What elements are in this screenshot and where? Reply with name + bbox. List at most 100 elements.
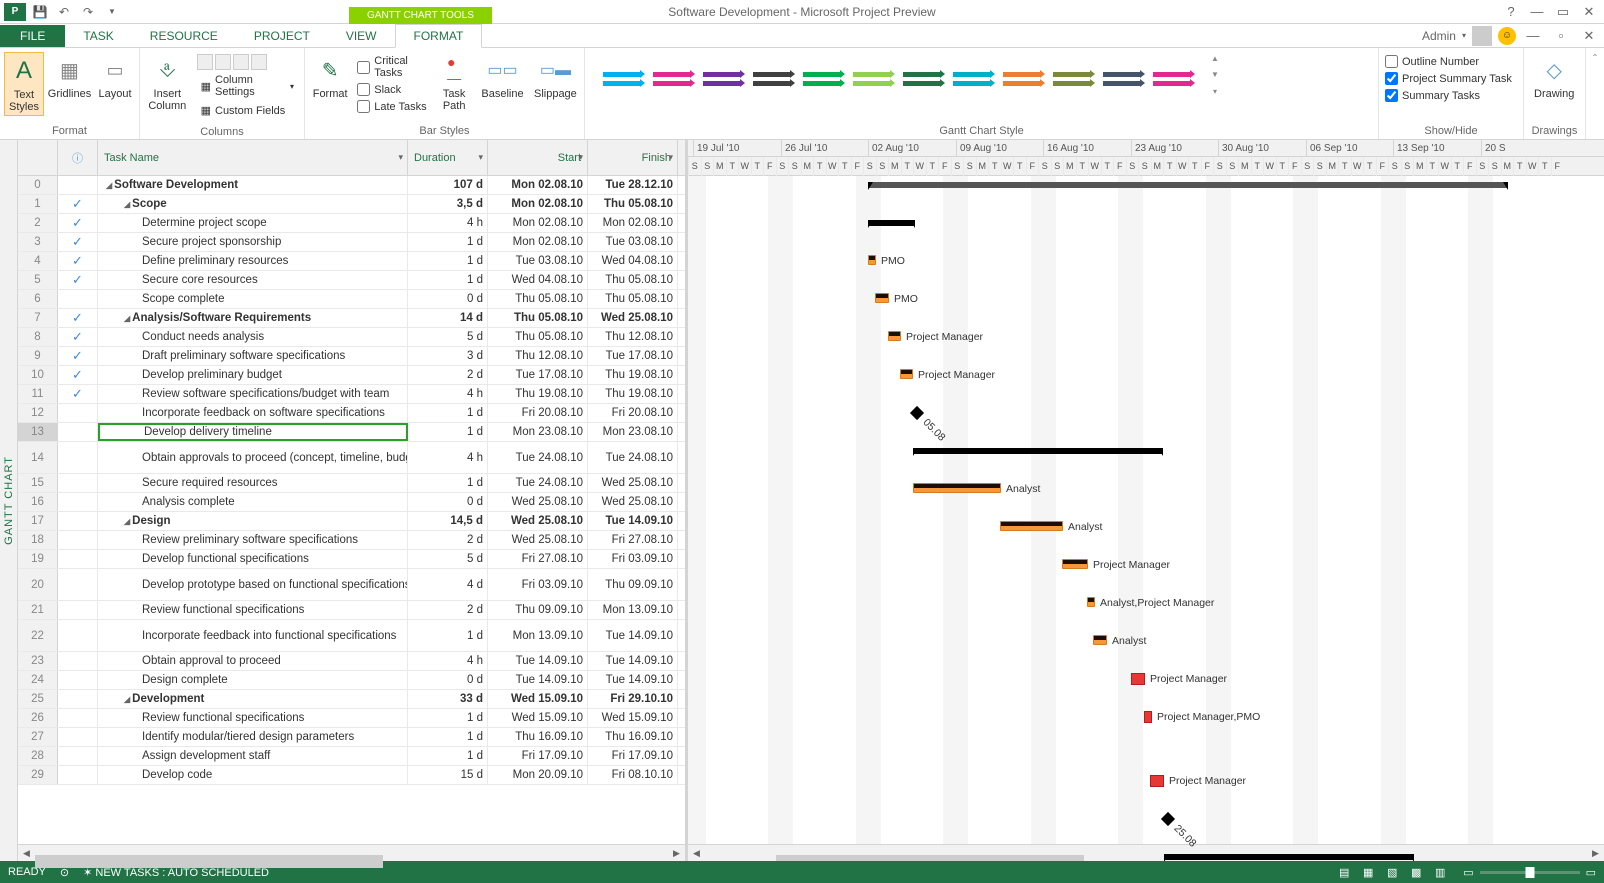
align-left-icon[interactable] (197, 54, 213, 70)
start-cell[interactable]: Fri 03.09.10 (488, 569, 588, 600)
finish-cell[interactable]: Thu 12.08.10 (588, 328, 678, 346)
duration-cell[interactable]: 1 d (408, 271, 488, 289)
text-styles-button[interactable]: A Text Styles (4, 52, 44, 116)
table-row[interactable]: 14 Obtain approvals to proceed (concept,… (18, 442, 685, 474)
finish-cell[interactable]: Wed 25.08.10 (588, 474, 678, 492)
table-row[interactable]: 4 ✓ Define preliminary resources 1 d Tue… (18, 252, 685, 271)
duration-cell[interactable]: 0 d (408, 493, 488, 511)
table-row[interactable]: 25 ◢Development 33 d Wed 15.09.10 Fri 29… (18, 690, 685, 709)
duration-cell[interactable]: 2 d (408, 366, 488, 384)
finish-cell[interactable]: Thu 05.08.10 (588, 195, 678, 213)
task-name-cell[interactable]: Conduct needs analysis (98, 328, 408, 346)
close-icon[interactable]: ✕ (1578, 4, 1600, 20)
gantt-bar[interactable] (868, 220, 915, 226)
table-row[interactable]: 28 Assign development staff 1 d Fri 17.0… (18, 747, 685, 766)
finish-cell[interactable]: Thu 05.08.10 (588, 290, 678, 308)
row-number[interactable]: 4 (18, 252, 58, 270)
table-row[interactable]: 8 ✓ Conduct needs analysis 5 d Thu 05.08… (18, 328, 685, 347)
gantt-bar[interactable] (913, 448, 1163, 454)
row-number[interactable]: 0 (18, 176, 58, 194)
zoom-in-icon[interactable]: ▭ (1586, 866, 1596, 879)
finish-cell[interactable]: Fri 29.10.10 (588, 690, 678, 708)
start-cell[interactable]: Thu 05.08.10 (488, 309, 588, 327)
finish-cell[interactable]: Thu 19.08.10 (588, 366, 678, 384)
row-number[interactable]: 21 (18, 601, 58, 619)
duration-cell[interactable]: 1 d (408, 423, 488, 441)
duration-cell[interactable]: 1 d (408, 747, 488, 765)
duration-cell[interactable]: 1 d (408, 404, 488, 422)
start-cell[interactable]: Tue 24.08.10 (488, 442, 588, 473)
gantt-bar[interactable]: Analyst,Project Manager (1087, 597, 1095, 607)
table-row[interactable]: 6 Scope complete 0 d Thu 05.08.10 Thu 05… (18, 290, 685, 309)
table-row[interactable]: 1 ✓ ◢Scope 3,5 d Mon 02.08.10 Thu 05.08.… (18, 195, 685, 214)
task-name-cell[interactable]: Develop functional specifications (98, 550, 408, 568)
task-name-cell[interactable]: Design complete (98, 671, 408, 689)
gantt-bar[interactable]: Project Manager (888, 331, 901, 341)
row-number[interactable]: 16 (18, 493, 58, 511)
col-header-duration[interactable]: Duration▾ (408, 140, 488, 175)
task-name-cell[interactable]: Draft preliminary software specification… (98, 347, 408, 365)
table-row[interactable]: 18 Review preliminary software specifica… (18, 531, 685, 550)
start-cell[interactable]: Mon 02.08.10 (488, 214, 588, 232)
task-name-cell[interactable]: Review functional specifications (98, 601, 408, 619)
table-row[interactable]: 2 ✓ Determine project scope 4 h Mon 02.0… (18, 214, 685, 233)
task-name-cell[interactable]: ◢Design (98, 512, 408, 530)
task-name-cell[interactable]: Review preliminary software specificatio… (98, 531, 408, 549)
finish-cell[interactable]: Thu 16.09.10 (588, 728, 678, 746)
start-cell[interactable]: Mon 02.08.10 (488, 176, 588, 194)
start-cell[interactable]: Thu 19.08.10 (488, 385, 588, 403)
tab-task[interactable]: TASK (65, 25, 131, 47)
gantt-bar[interactable]: Project Manager (1150, 775, 1164, 787)
row-number[interactable]: 5 (18, 271, 58, 289)
task-name-cell[interactable]: Develop code (98, 766, 408, 784)
start-cell[interactable]: Wed 15.09.10 (488, 690, 588, 708)
zoom-out-icon[interactable]: ▭ (1463, 866, 1473, 879)
gantt-bar[interactable]: Project Manager (1062, 559, 1088, 569)
table-row[interactable]: 3 ✓ Secure project sponsorship 1 d Mon 0… (18, 233, 685, 252)
start-cell[interactable]: Mon 02.08.10 (488, 195, 588, 213)
gantt-bar[interactable] (1164, 854, 1414, 860)
duration-cell[interactable]: 4 h (408, 385, 488, 403)
finish-cell[interactable]: Fri 20.08.10 (588, 404, 678, 422)
insert-column-button[interactable]: ⎀ Insert Column (144, 52, 191, 114)
start-cell[interactable]: Wed 25.08.10 (488, 493, 588, 511)
redo-icon[interactable]: ↷ (78, 2, 98, 22)
col-header-start[interactable]: Start▾ (488, 140, 588, 175)
row-number[interactable]: 9 (18, 347, 58, 365)
grid-hscroll[interactable]: ◀ ▶ (18, 844, 685, 861)
duration-cell[interactable]: 1 d (408, 728, 488, 746)
summary-tasks-check[interactable]: Summary Tasks (1385, 88, 1512, 103)
duration-cell[interactable]: 107 d (408, 176, 488, 194)
duration-cell[interactable]: 5 d (408, 550, 488, 568)
duration-cell[interactable]: 4 h (408, 214, 488, 232)
task-name-cell[interactable]: Review functional specifications (98, 709, 408, 727)
align-right-icon[interactable] (233, 54, 249, 70)
table-row[interactable]: 17 ◢Design 14,5 d Wed 25.08.10 Tue 14.09… (18, 512, 685, 531)
wrap-text-icon[interactable] (251, 54, 267, 70)
task-name-cell[interactable]: ◢Development (98, 690, 408, 708)
row-number[interactable]: 19 (18, 550, 58, 568)
duration-cell[interactable]: 2 d (408, 601, 488, 619)
task-name-cell[interactable]: ◢Scope (98, 195, 408, 213)
finish-cell[interactable]: Mon 02.08.10 (588, 214, 678, 232)
row-number[interactable]: 20 (18, 569, 58, 600)
duration-cell[interactable]: 4 h (408, 442, 488, 473)
row-number[interactable]: 22 (18, 620, 58, 651)
start-cell[interactable]: Mon 20.09.10 (488, 766, 588, 784)
table-row[interactable]: 12 Incorporate feedback on software spec… (18, 404, 685, 423)
gantt-style-swatch[interactable] (997, 54, 1047, 104)
finish-cell[interactable]: Fri 03.09.10 (588, 550, 678, 568)
drawing-button[interactable]: ◇ Drawing (1528, 52, 1580, 102)
gantt-style-swatch[interactable] (897, 54, 947, 104)
view-network-icon[interactable]: ▧ (1381, 863, 1403, 881)
finish-cell[interactable]: Tue 03.08.10 (588, 233, 678, 251)
row-number[interactable]: 10 (18, 366, 58, 384)
gantt-style-swatch[interactable] (797, 54, 847, 104)
start-cell[interactable]: Thu 09.09.10 (488, 601, 588, 619)
duration-cell[interactable]: 3 d (408, 347, 488, 365)
row-number[interactable]: 6 (18, 290, 58, 308)
finish-cell[interactable]: Tue 28.12.10 (588, 176, 678, 194)
tab-view[interactable]: VIEW (328, 25, 395, 47)
duration-cell[interactable]: 4 h (408, 652, 488, 670)
start-cell[interactable]: Thu 05.08.10 (488, 290, 588, 308)
